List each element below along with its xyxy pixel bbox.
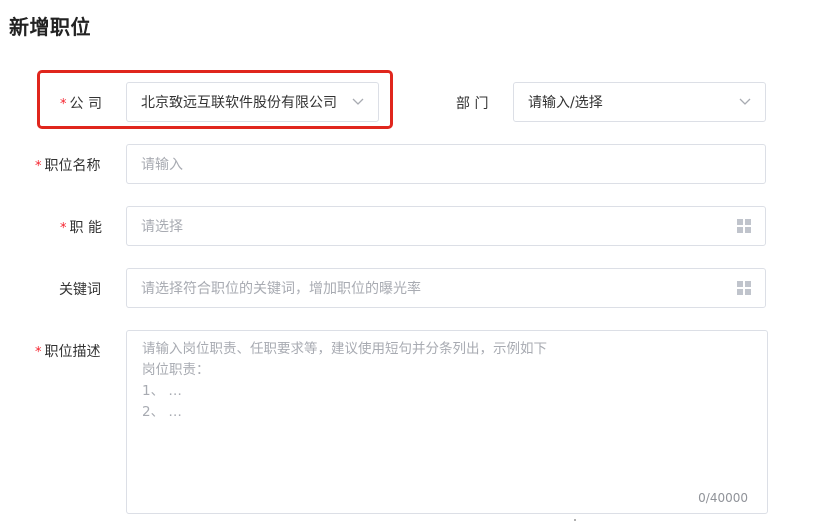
position-name-placeholder: 请输入 [141, 157, 183, 173]
decorative-dot [574, 519, 576, 521]
company-select[interactable]: 北京致远互联软件股份有限公司 [126, 82, 379, 122]
company-label: * 公 司 [60, 93, 102, 113]
description-placeholder-line: 1、 … [142, 383, 182, 399]
required-mark: * [35, 345, 42, 360]
description-label: * 职位描述 [35, 341, 101, 361]
keywords-placeholder: 请选择符合职位的关键词，增加职位的曝光率 [141, 281, 421, 297]
function-label: * 职 能 [60, 217, 102, 237]
company-select-value: 北京致远互联软件股份有限公司 [141, 95, 337, 111]
grid-icon[interactable] [737, 219, 751, 233]
company-label-text: 公 司 [69, 96, 102, 112]
chevron-down-icon [739, 96, 751, 108]
page-title: 新增职位 [9, 15, 91, 39]
function-label-text: 职 能 [69, 220, 102, 236]
character-counter: 0/40000 [698, 491, 748, 505]
chevron-down-icon [352, 96, 364, 108]
keywords-label-text: 关键词 [59, 282, 101, 298]
description-placeholder-line: 岗位职责： [142, 362, 210, 378]
department-select[interactable]: 请输入/选择 [513, 82, 766, 122]
required-mark: * [60, 97, 67, 112]
department-label: 部 门 [456, 93, 488, 113]
department-label-text: 部 门 [456, 96, 489, 112]
position-name-label: * 职位名称 [35, 155, 101, 175]
description-label-text: 职位描述 [44, 344, 101, 360]
description-placeholder-line: 2、 … [142, 404, 182, 420]
function-picker[interactable]: 请选择 [126, 206, 766, 246]
position-name-input[interactable]: 请输入 [126, 144, 766, 184]
required-mark: * [35, 159, 42, 174]
description-textarea[interactable]: 请输入岗位职责、任职要求等，建议使用短句并分条列出，示例如下 岗位职责： 1、 … [126, 330, 768, 514]
department-select-placeholder: 请输入/选择 [528, 95, 603, 111]
keywords-picker[interactable]: 请选择符合职位的关键词，增加职位的曝光率 [126, 268, 766, 308]
required-mark: * [60, 221, 67, 236]
description-placeholder-line: 请输入岗位职责、任职要求等，建议使用短句并分条列出，示例如下 [142, 341, 547, 357]
keywords-label: 关键词 [59, 279, 101, 299]
grid-icon[interactable] [737, 281, 751, 295]
function-placeholder: 请选择 [141, 219, 183, 235]
position-name-label-text: 职位名称 [44, 158, 101, 174]
